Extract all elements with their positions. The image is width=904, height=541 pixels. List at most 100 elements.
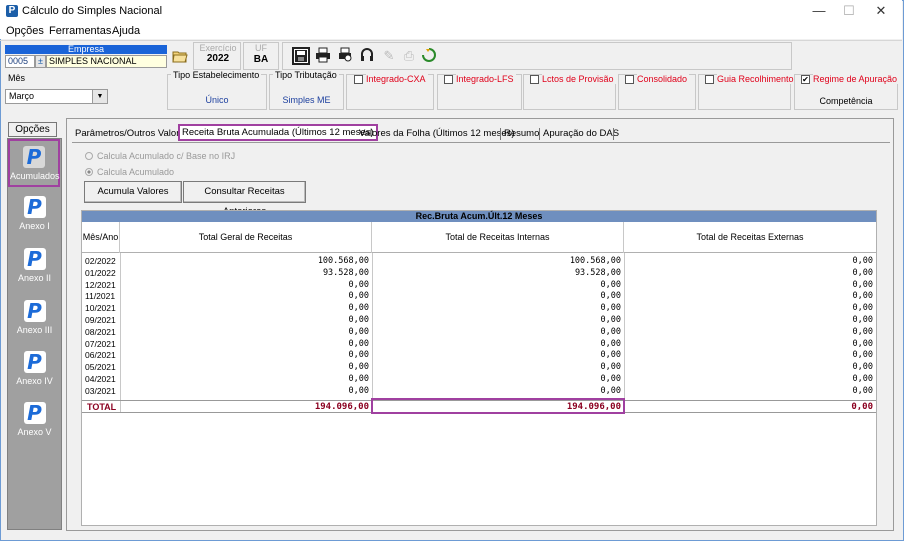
chevron-down-icon[interactable]: ▼	[92, 90, 107, 103]
header-total-externas: Total de Receitas Externas	[696, 232, 804, 242]
window-title: Cálculo do Simples Nacional	[22, 5, 163, 17]
cell-total-geral: 0,00	[348, 279, 369, 290]
integrado-lfs-label: Integrado-LFS	[456, 74, 516, 84]
table-row[interactable]: 05/2021 0,00 0,00 0,00	[82, 362, 876, 373]
cell-mes-ano: 08/2021	[85, 326, 116, 337]
close-button[interactable]: ✕	[866, 0, 896, 22]
cell-total-internas: 0,00	[600, 279, 621, 290]
cell-total-internas: 0,00	[600, 291, 621, 302]
tab-separator	[613, 128, 614, 140]
integrado-lfs-checkbox[interactable]	[444, 75, 453, 84]
printer-icon[interactable]	[314, 47, 332, 65]
empresa-label: Empresa	[5, 45, 167, 54]
cell-total-geral: 0,00	[348, 362, 369, 373]
p-logo-icon: P	[23, 300, 46, 322]
consolidado-checkbox[interactable]	[625, 75, 634, 84]
sidebar-item-anexo-iii[interactable]: P Anexo III	[8, 295, 61, 343]
sidebar-item-anexo-ii[interactable]: P Anexo II	[8, 243, 61, 291]
maximize-button[interactable]: ☐	[834, 0, 864, 22]
table-row[interactable]: 10/2021 0,00 0,00 0,00	[82, 303, 876, 314]
table-row[interactable]: 02/2022 100.568,00 100.568,00 0,00	[82, 256, 876, 267]
sidebar-item-label: Acumulados	[10, 171, 60, 181]
consolidado-label: Consolidado	[637, 74, 690, 84]
opcoes-button[interactable]: Opções	[8, 122, 57, 137]
cell-total-geral: 0,00	[348, 374, 369, 384]
cell-total-internas: 0,00	[600, 303, 621, 314]
integrado-cxa-checkbox[interactable]	[354, 75, 363, 84]
print-icon[interactable]: ⎙	[400, 47, 418, 65]
cell-total-internas: 93.528,00	[574, 267, 621, 278]
tab-valores-folha[interactable]: Valores da Folha (Últimos 12 meses)	[357, 125, 517, 142]
integrado-cxa-label: Integrado-CXA	[366, 74, 428, 84]
total-externas-value: 0,00	[851, 402, 873, 412]
cell-mes-ano: 10/2021	[85, 303, 116, 314]
minimize-button[interactable]: —	[804, 0, 834, 22]
sidebar-item-label: Anexo II	[17, 273, 52, 283]
cell-total-externas: 0,00	[852, 350, 873, 361]
print-preview-icon[interactable]	[336, 47, 354, 65]
lctos-provisao-label: Lctos de Provisão	[542, 74, 616, 84]
cell-mes-ano: 12/2021	[85, 279, 116, 290]
tab-apuracao-das[interactable]: Apuração do DAS	[541, 125, 621, 142]
cell-mes-ano: 07/2021	[85, 338, 116, 349]
lctos-provisao-checkbox[interactable]	[530, 75, 539, 84]
mes-label: Mês	[8, 73, 26, 83]
regime-apuracao-value: Competência	[819, 96, 873, 106]
regime-apuracao-checkbox[interactable]: ✔	[801, 75, 810, 84]
consultar-receitas-button[interactable]: Consultar Receitas Anteriores	[183, 181, 306, 217]
cell-total-externas: 0,00	[852, 315, 873, 325]
exercicio-value[interactable]: 2022	[196, 53, 240, 64]
guia-recolhimento-checkbox[interactable]	[705, 75, 714, 84]
table-row[interactable]: 03/2021 0,00 0,00 0,00	[82, 386, 876, 397]
app-icon: P	[6, 5, 18, 17]
cell-total-internas: 0,00	[600, 374, 621, 384]
radio-calcula-irj-label: Calcula Acumulado c/ Base no IRJ	[97, 151, 236, 161]
empresa-lookup-button[interactable]: ±	[35, 55, 46, 68]
tab-resumo[interactable]: Resumo	[502, 125, 541, 142]
cell-total-geral: 0,00	[348, 291, 369, 302]
headphones-icon[interactable]	[358, 47, 376, 65]
tab-separator	[539, 128, 540, 140]
cell-mes-ano: 05/2021	[85, 362, 116, 373]
p-logo-icon: P	[23, 196, 46, 218]
radio-calcula-irj[interactable]	[85, 152, 93, 160]
sidebar-item-acumulados[interactable]: P Acumulados	[8, 139, 60, 187]
cell-total-externas: 0,00	[852, 291, 873, 302]
cell-total-internas: 0,00	[600, 362, 621, 373]
p-logo-icon: P	[23, 146, 45, 168]
grid-title: Rec.Bruta Acum.Últ.12 Meses	[82, 211, 876, 222]
table-row[interactable]: 09/2021 0,00 0,00 0,00	[82, 315, 876, 326]
cell-total-externas: 0,00	[852, 256, 873, 266]
table-row[interactable]: 08/2021 0,00 0,00 0,00	[82, 327, 876, 338]
cell-total-externas: 0,00	[852, 267, 873, 278]
table-row[interactable]: 11/2021 0,00 0,00 0,00	[82, 291, 876, 302]
empresa-code-field[interactable]: 0005	[5, 55, 35, 68]
empresa-name-field[interactable]: SIMPLES NACIONAL	[46, 55, 167, 68]
sidebar-item-anexo-i[interactable]: P Anexo I	[8, 191, 61, 239]
menu-ajuda[interactable]: Ajuda	[112, 25, 140, 37]
uf-value: BA	[253, 54, 269, 65]
acumula-valores-button[interactable]: Acumula Valores	[84, 181, 182, 203]
refresh-icon[interactable]	[420, 47, 438, 65]
table-row[interactable]: 06/2021 0,00 0,00 0,00	[82, 350, 876, 361]
tab-strip-line	[72, 142, 890, 143]
cell-total-externas: 0,00	[852, 279, 873, 290]
tab-parametros[interactable]: Parâmetros/Outros Valores	[73, 125, 191, 142]
header-total-internas: Total de Receitas Internas	[372, 222, 624, 253]
p-logo-icon: P	[23, 351, 46, 373]
table-row[interactable]: 01/2022 93.528,00 93.528,00 0,00	[82, 268, 876, 279]
tab-receita-bruta[interactable]: Receita Bruta Acumulada (Últimos 12 mese…	[178, 124, 378, 141]
sidebar-item-anexo-iv[interactable]: P Anexo IV	[8, 346, 61, 394]
folder-icon[interactable]	[172, 48, 188, 64]
edit-icon[interactable]: ✎	[380, 47, 398, 65]
menu-ferramentas[interactable]: Ferramentas	[49, 25, 111, 37]
p-logo-icon: P	[23, 248, 46, 270]
table-row[interactable]: 07/2021 0,00 0,00 0,00	[82, 339, 876, 350]
radio-calcula-acumulado[interactable]	[85, 168, 93, 176]
save-icon[interactable]	[292, 47, 310, 65]
menu-opcoes[interactable]: Opções	[6, 25, 44, 37]
table-row[interactable]: 04/2021 0,00 0,00 0,00	[82, 374, 876, 385]
cell-mes-ano: 01/2022	[85, 267, 116, 278]
table-row[interactable]: 12/2021 0,00 0,00 0,00	[82, 280, 876, 291]
sidebar-item-anexo-v[interactable]: P Anexo V	[8, 397, 61, 445]
